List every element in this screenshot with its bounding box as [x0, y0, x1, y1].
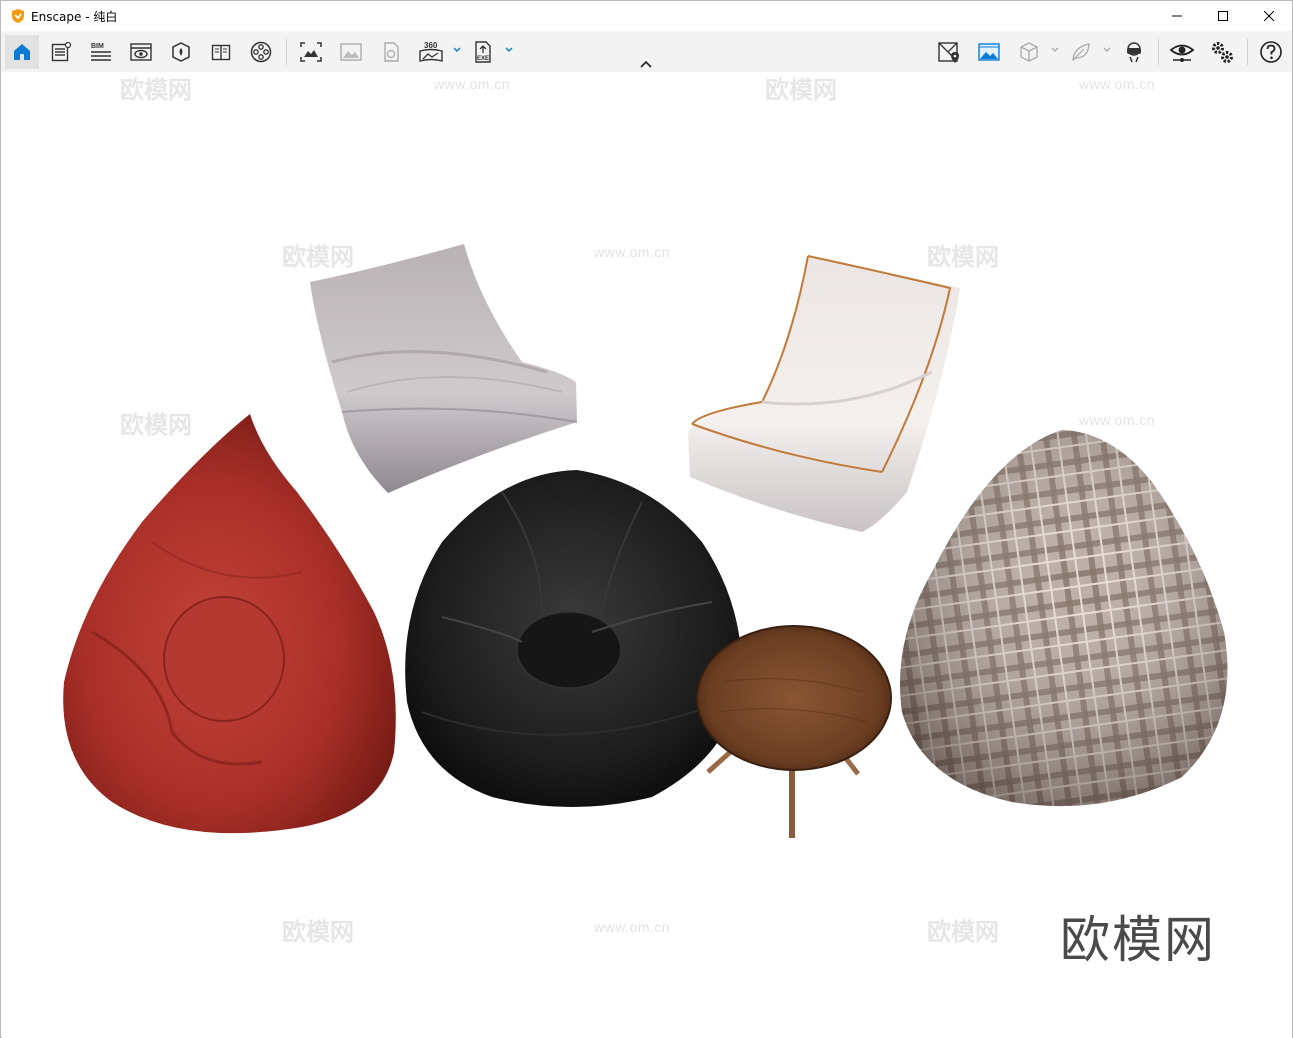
cube-button — [1012, 35, 1046, 69]
panorama-render-button — [374, 35, 408, 69]
grey-lounge-chair — [310, 244, 578, 493]
white-lounge-chair — [688, 255, 960, 532]
minimize-icon — [1172, 15, 1182, 17]
view-button[interactable] — [124, 35, 158, 69]
eye-icon — [1169, 44, 1195, 62]
image-button — [334, 35, 368, 69]
notes-button[interactable] — [44, 35, 78, 69]
close-button[interactable] — [1246, 1, 1292, 31]
screenshot-button[interactable] — [294, 35, 328, 69]
exe-icon-label: EXE — [477, 56, 489, 62]
export-exe-icon: EXE — [475, 41, 491, 63]
panorama-360-icon: 360 — [419, 41, 443, 62]
panorama-360-button[interactable]: 360 — [414, 35, 448, 69]
leaf-icon — [1072, 43, 1090, 62]
toolbar-separator — [1158, 39, 1159, 65]
map-button[interactable] — [932, 35, 966, 69]
panorama-render-icon — [384, 42, 399, 62]
toolbar-separator — [286, 39, 287, 65]
map-pin-icon — [938, 42, 959, 63]
enscape-logo-icon — [12, 9, 24, 23]
home-button[interactable] — [5, 35, 39, 69]
leaf-dropdown-arrow-icon — [1103, 47, 1111, 52]
visual-settings-button[interactable] — [1165, 35, 1199, 69]
plaid-bean-bag — [900, 430, 1228, 807]
minimize-button[interactable] — [1154, 1, 1200, 31]
maximize-button[interactable] — [1200, 1, 1246, 31]
video-button[interactable] — [244, 35, 278, 69]
landscape-active-icon — [978, 43, 1000, 61]
close-icon — [1264, 11, 1274, 21]
view-icon — [130, 43, 152, 61]
pano-icon-label: 360 — [424, 41, 438, 50]
black-bean-bag — [405, 470, 742, 807]
help-button[interactable] — [1254, 35, 1288, 69]
panorama-dropdown-arrow-icon[interactable] — [452, 45, 462, 55]
book-button[interactable] — [204, 35, 238, 69]
image-icon — [340, 43, 362, 61]
notes-icon — [51, 41, 72, 62]
bim-icon-label: BIM — [91, 43, 104, 50]
wooden-side-table — [696, 625, 892, 838]
leaf-button — [1064, 35, 1098, 69]
settings-button[interactable] — [1205, 35, 1239, 69]
cube-dropdown-arrow-icon — [1051, 47, 1059, 52]
window-controls — [1154, 1, 1292, 31]
film-reel-icon — [250, 41, 272, 63]
red-bean-bag — [63, 414, 396, 834]
main-toolbar: BIM 360 EXE — [1, 31, 1292, 72]
bim-button[interactable]: BIM — [84, 35, 118, 69]
home-icon — [14, 44, 30, 60]
window-title: Enscape - 纯白 — [31, 9, 118, 24]
export-exe-button[interactable]: EXE — [466, 35, 500, 69]
settings-icon — [1212, 42, 1233, 63]
scene-render — [63, 244, 1228, 838]
help-icon — [1260, 41, 1282, 63]
bim-icon: BIM — [91, 43, 111, 61]
app-window: Enscape - 纯白 BIM 360 EXE 欧模网 www.om.cn 欧… — [0, 0, 1293, 1038]
vr-button[interactable] — [1117, 35, 1151, 69]
shield-icon — [172, 42, 190, 62]
toolbar-separator — [1247, 39, 1248, 65]
maximize-icon — [1218, 11, 1228, 21]
landscape-button[interactable] — [972, 35, 1006, 69]
export-dropdown-arrow-icon[interactable] — [504, 45, 514, 55]
book-icon — [211, 44, 231, 61]
vr-headset-icon — [1127, 42, 1141, 63]
shield-button[interactable] — [164, 35, 198, 69]
title-bar[interactable]: Enscape - 纯白 — [1, 1, 1292, 31]
brand-watermark: 欧模网 — [1060, 911, 1216, 969]
chevron-up-icon[interactable] — [639, 59, 653, 69]
render-viewport[interactable]: 欧模网 www.om.cn 欧模网 www.om.cn 欧模网 www.om.c… — [2, 72, 1292, 1038]
screenshot-icon — [300, 42, 322, 62]
cube-icon — [1020, 42, 1038, 62]
